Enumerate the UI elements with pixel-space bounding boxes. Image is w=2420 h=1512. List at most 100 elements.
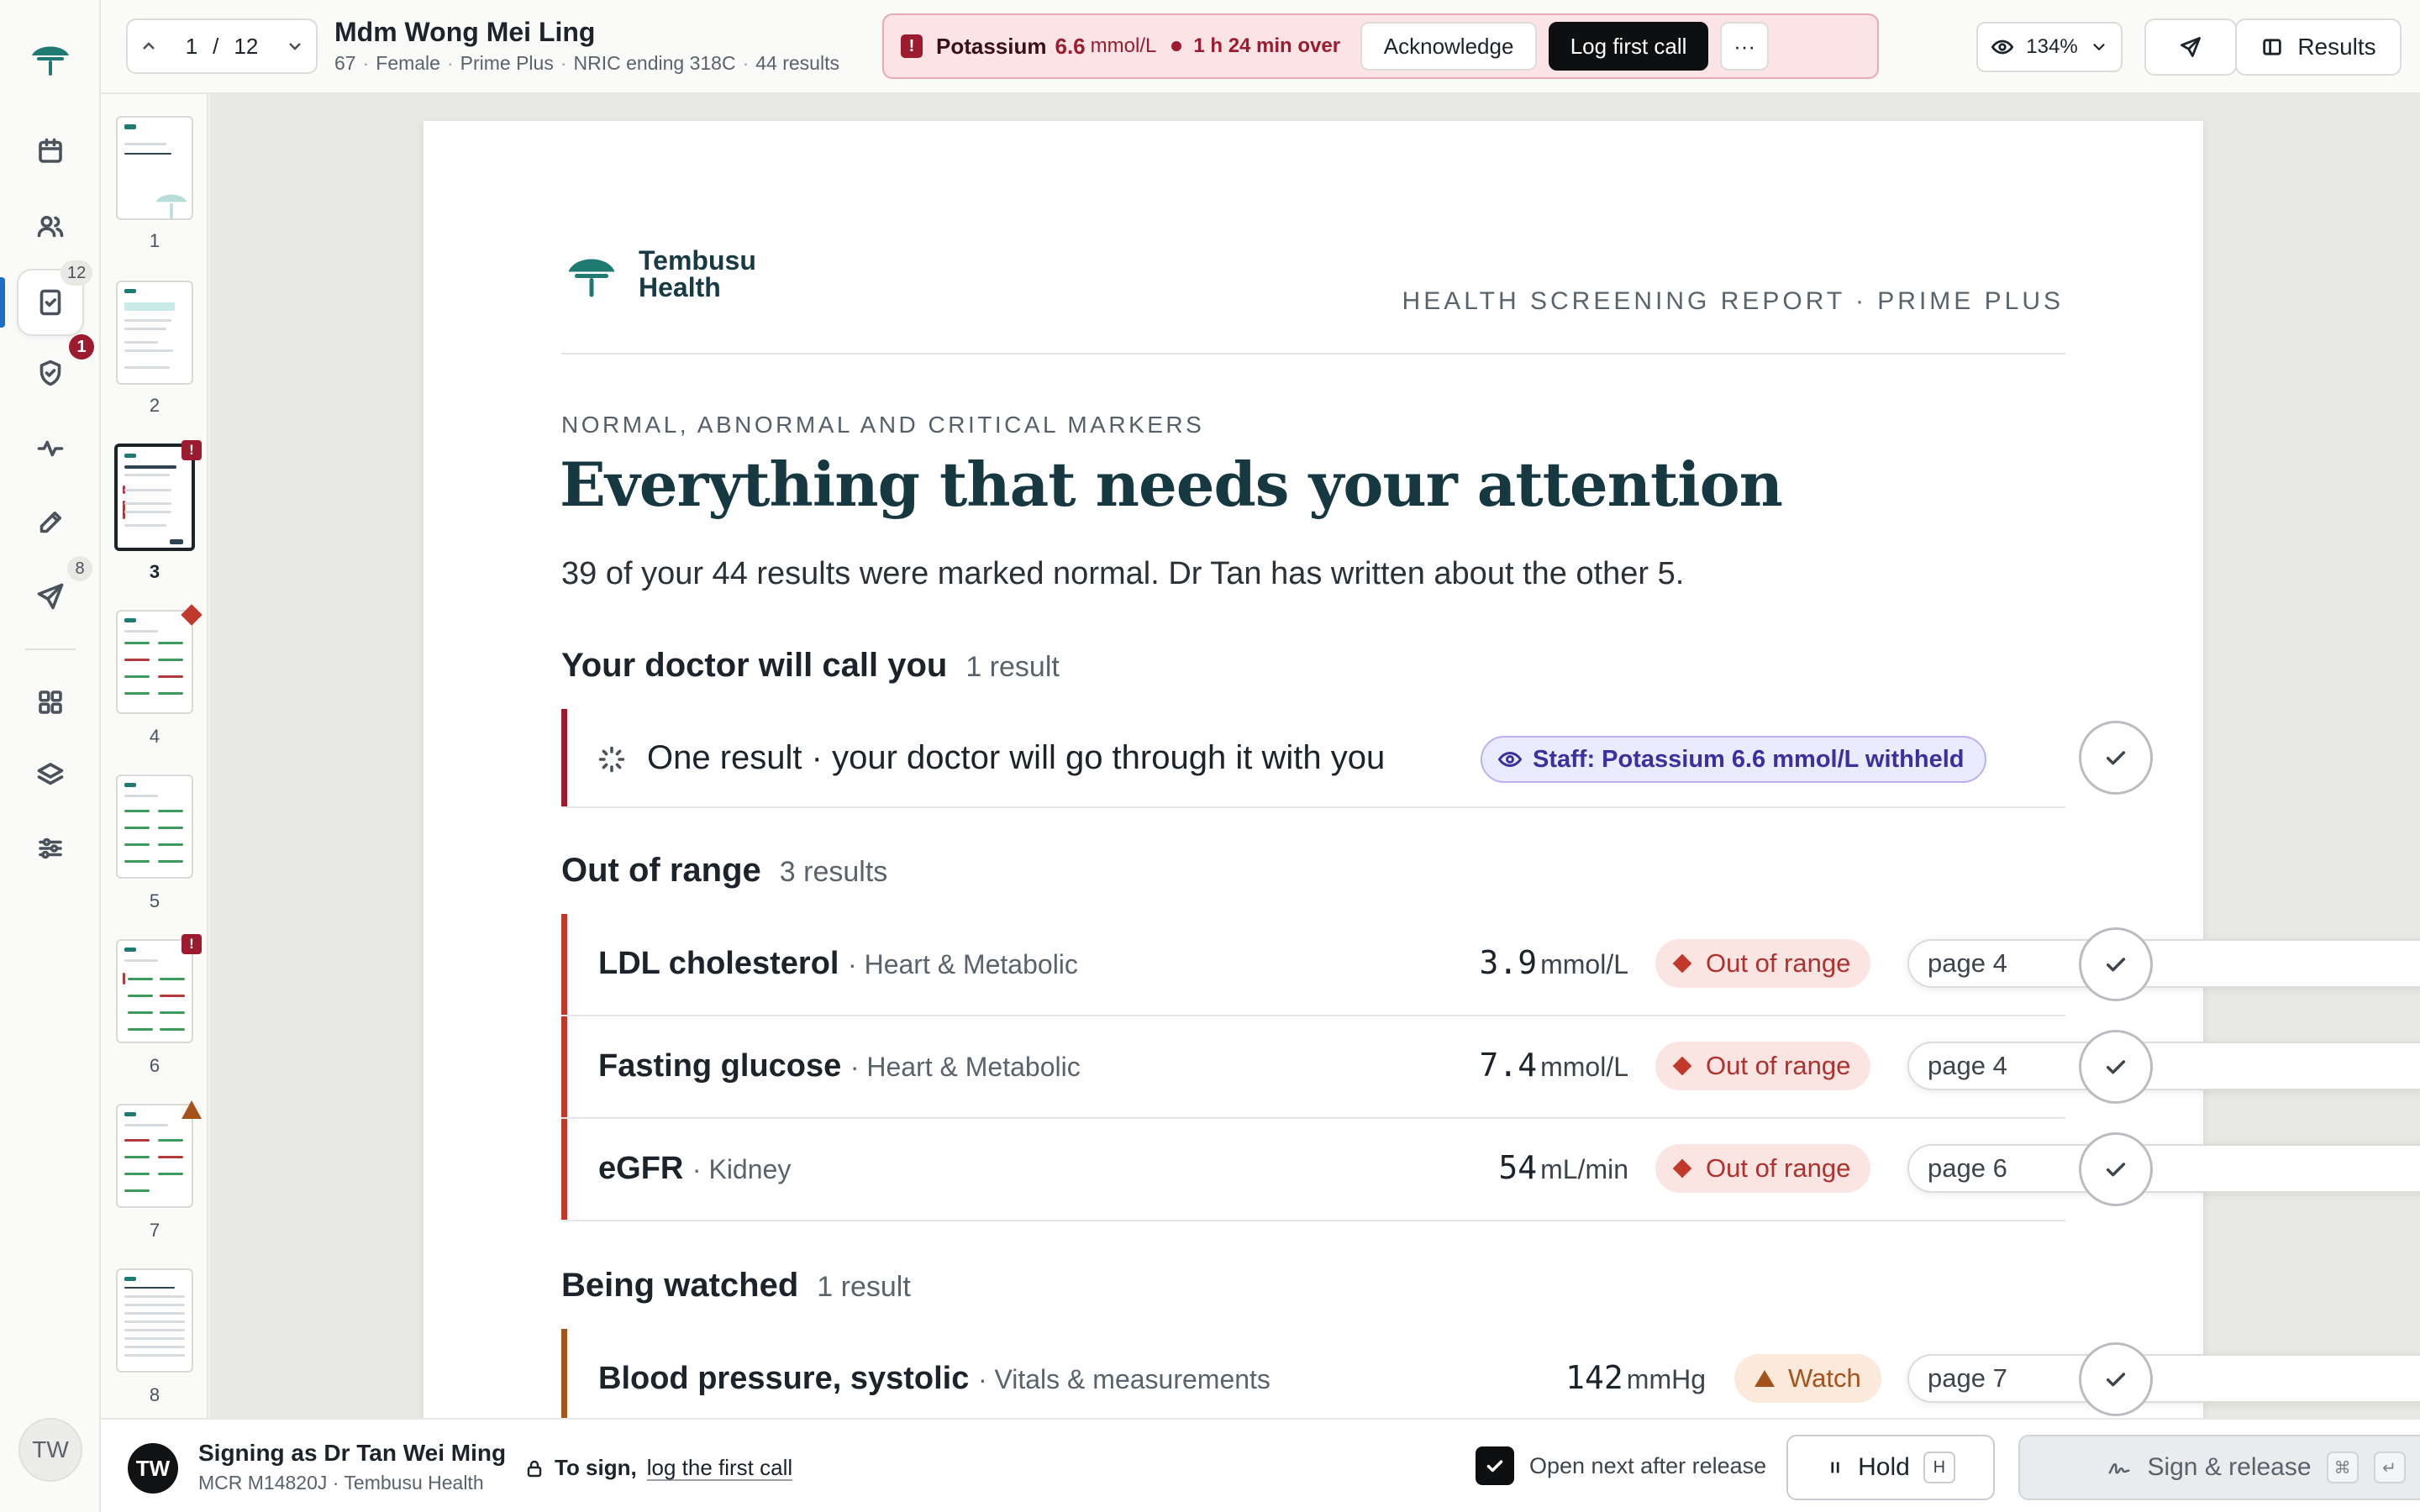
page-thumbnails: 1 2 ! 3 4 5 ! 6 7 8 <box>101 94 208 1418</box>
document-viewer[interactable]: Tembusu Health HEALTH SCREENING REPORT ·… <box>210 94 2420 1418</box>
page-link[interactable]: page 4 <box>1907 939 2420 988</box>
report-brand: Tembusu Health <box>561 247 756 301</box>
calendar-button[interactable] <box>17 118 84 185</box>
patient-age: 67 <box>334 52 356 74</box>
activity-icon <box>37 440 64 457</box>
zoom-select[interactable]: 134% <box>1976 22 2123 72</box>
alert-value: 6.6 <box>1055 33 1086 59</box>
diamond-icon <box>1672 953 1692 974</box>
notes-button[interactable] <box>17 489 84 556</box>
section-title-text: Out of range <box>561 852 761 889</box>
page-separator: / <box>213 33 219 59</box>
layers-button[interactable] <box>17 741 84 808</box>
hold-button[interactable]: Hold H <box>1786 1435 1995 1500</box>
critical-alert-icon: ! <box>901 34 923 58</box>
page-link[interactable]: page 6 <box>1907 1144 2420 1193</box>
pause-icon <box>1831 1462 1839 1473</box>
previous-page-button[interactable] <box>128 36 170 56</box>
patients-button[interactable] <box>17 193 84 260</box>
section-title-text: Being watched <box>561 1267 799 1304</box>
app-rail: 12 1 8 TW <box>0 0 101 1512</box>
result-category: · Kidney <box>692 1154 792 1184</box>
table-row[interactable]: eGFR · Kidney 54 mL/min Out of range page… <box>561 1119 2420 1221</box>
user-avatar[interactable]: TW <box>18 1418 82 1482</box>
thumbnail-page-5[interactable] <box>116 774 193 879</box>
thumbnail-number: 2 <box>149 395 160 416</box>
thumbnail-page-2[interactable] <box>116 281 193 385</box>
report-header: HEALTH SCREENING REPORT · PRIME PLUS <box>1402 287 2064 315</box>
thumbnail-number: 1 <box>149 230 160 251</box>
mark-reviewed-button[interactable] <box>2079 1030 2153 1104</box>
document-check-icon <box>39 289 61 316</box>
check-icon <box>2106 958 2126 972</box>
table-row[interactable]: Fasting glucose · Heart & Metabolic 7.4 m… <box>561 1016 2420 1119</box>
signature-icon <box>2108 1462 2130 1474</box>
next-page-button[interactable] <box>274 36 316 56</box>
check-icon <box>2106 1060 2126 1074</box>
send-icon <box>2181 37 2201 57</box>
result-unit: mmol/L <box>1540 1052 1628 1082</box>
section-count: 1 result <box>817 1271 911 1303</box>
signing-bar: TW Signing as Dr Tan Wei Ming MCR M14820… <box>101 1418 2420 1512</box>
diamond-icon <box>1672 1158 1692 1179</box>
result-name: Fasting glucose · Heart & Metabolic <box>598 1048 1081 1084</box>
send-icon <box>37 583 64 610</box>
result-unit: mL/min <box>1540 1154 1628 1184</box>
chevron-up-icon <box>143 42 155 50</box>
section-count: 3 results <box>779 856 888 888</box>
hold-shortcut: H <box>1923 1452 1955 1483</box>
thumbnail-number: 3 <box>149 561 160 582</box>
sign-release-button[interactable]: Sign & release ⌘ ↵ <box>2018 1435 2420 1500</box>
mark-reviewed-button[interactable] <box>2079 721 2153 795</box>
thumbnail-page-7[interactable] <box>116 1104 193 1208</box>
vitals-button[interactable] <box>17 415 84 482</box>
mark-reviewed-button[interactable] <box>2079 1342 2153 1416</box>
table-row[interactable]: Blood pressure, systolic · Vitals & meas… <box>561 1329 2420 1418</box>
thumbnail-page-8[interactable] <box>116 1268 193 1373</box>
reports-count-badge: 12 <box>60 260 93 286</box>
overdue-dot-icon <box>1171 41 1182 51</box>
acknowledge-button[interactable]: Acknowledge <box>1360 22 1538 71</box>
thumbnail-page-4[interactable] <box>116 610 193 714</box>
result-category: · Vitals & measurements <box>977 1364 1270 1394</box>
eye-icon <box>1991 39 2014 55</box>
more-actions-button[interactable]: ··· <box>1720 22 1770 71</box>
mark-reviewed-button[interactable] <box>2079 927 2153 1001</box>
section-count: 1 result <box>965 651 1060 683</box>
log-first-call-button[interactable]: Log first call <box>1549 22 1709 71</box>
out-of-range-row-bar <box>561 1119 567 1220</box>
settings-button[interactable] <box>17 815 84 882</box>
page-link[interactable]: page 7 <box>1907 1354 2420 1403</box>
chevron-down-icon <box>2093 44 2105 50</box>
layers-icon <box>37 763 64 785</box>
shield-check-icon <box>39 360 61 386</box>
active-indicator <box>0 277 5 328</box>
outbox-count-badge: 8 <box>67 556 92 581</box>
table-row[interactable]: LDL cholesterol · Heart & Metabolic 3.9 m… <box>561 914 2420 1016</box>
signer-name: Signing as Dr Tan Wei Ming <box>198 1440 507 1466</box>
result-value: 3.9 mmol/L <box>1479 944 1628 981</box>
brand-line-1: Tembusu <box>639 245 756 276</box>
tembusu-logo-icon[interactable] <box>29 37 72 77</box>
open-next-checkbox[interactable] <box>1476 1446 1514 1485</box>
critical-flag-icon: ! <box>182 934 202 954</box>
open-next-label: Open next after release <box>1529 1452 1767 1478</box>
current-page[interactable]: 1 <box>186 34 197 60</box>
apps-button[interactable] <box>17 669 84 736</box>
table-row: One result · your doctor will go through… <box>561 709 2065 808</box>
thumbnail-page-6[interactable] <box>116 939 193 1043</box>
result-value: 142 mmHg <box>1565 1359 1706 1396</box>
patient-meta: 67 · Female · Prime Plus · NRIC ending 318C · 44… <box>334 52 839 74</box>
eye-icon <box>1497 751 1523 768</box>
results-panel-label: Results <box>2297 34 2376 60</box>
page-link[interactable]: page 4 <box>1907 1042 2420 1090</box>
open-next-toggle[interactable]: Open next after release <box>1476 1446 1766 1485</box>
results-panel-button[interactable]: Results <box>2235 18 2402 76</box>
send-report-button[interactable] <box>2144 18 2237 76</box>
top-bar: 1 / 12 Mdm Wong Mei Ling 67 · Female · Prime… <box>101 0 2420 94</box>
out-of-range-row-bar <box>561 914 567 1015</box>
mark-reviewed-button[interactable] <box>2079 1132 2153 1206</box>
log-first-call-link[interactable]: log the first call <box>647 1455 792 1481</box>
thumbnail-page-1[interactable] <box>116 116 193 220</box>
thumbnail-number: 7 <box>149 1220 160 1241</box>
